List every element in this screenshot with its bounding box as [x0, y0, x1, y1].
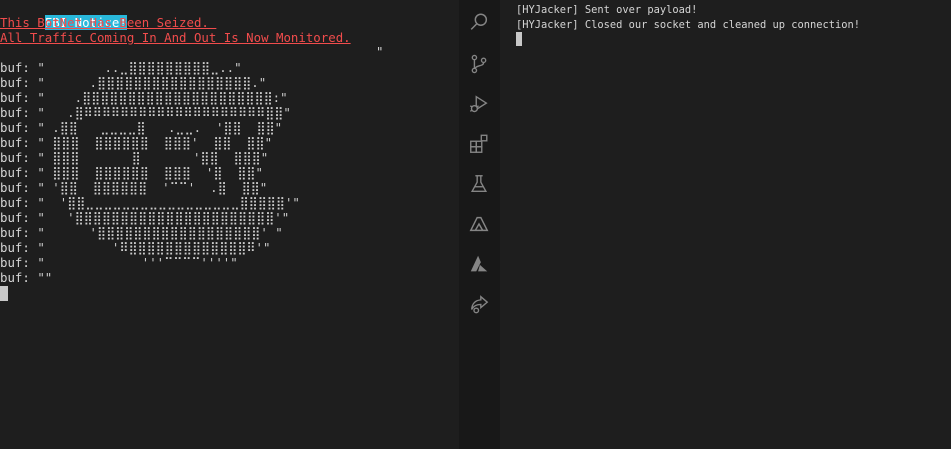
buf-prefix: buf:: [0, 60, 38, 75]
buf-prefix: buf:: [0, 75, 38, 90]
buf-line: buf: " ..⣀⣿⣿⣿⣿⣿⣿⣿⣿⣿⣀..": [0, 60, 242, 75]
buf-line: buf: " ⣿⣿⣿ ⣿⣿⣿⣿⣿⣿ ⣿⣿⣿ '⣿ ⣿⣿": [0, 165, 263, 180]
buf-art: " .⣿⠿⠿⠿⠿⠿⠿⠿⠿⠿⠿⠿⠿⠿⠿⠿⠿⠿⠿⠿⠿⣿⣿": [37, 105, 291, 120]
buf-line: buf: " '⣿⣿ ⣿⣿⣿⣿⣿⣿ '⠉⠉' .⣿ ⣿⣿": [0, 180, 267, 195]
buf-prefix: buf:: [0, 165, 38, 180]
buf-prefix: buf:: [0, 240, 38, 255]
buf-line: buf: " '⠿⣿⣿⣿⣿⣿⣿⣿⣿⣿⣿⣿⣿⣿⠿'": [0, 240, 270, 255]
buf-prefix: buf:: [0, 225, 38, 240]
vscode-window: FBI Notice! This BotNet Has Been Seized.…: [0, 0, 951, 449]
source-control-icon[interactable]: [468, 53, 490, 75]
run-debug-icon[interactable]: [468, 93, 490, 115]
buf-art: " '⣿⣿ ⣿⣿⣿⣿⣿⣿ '⠉⠉' .⣿ ⣿⣿": [37, 180, 268, 195]
monitored-alert-line: All Traffic Coming In And Out Is Now Mon…: [0, 30, 351, 45]
buf-art: " '⣿⣿⣿⣿⣿⣿⣿⣿⣿⣿⣿⣿⣿⣿⣿⣿⣿⣿' ": [37, 225, 283, 240]
buf-prefix: buf:: [0, 90, 38, 105]
buf-art: "": [37, 270, 53, 285]
left-terminal-panel[interactable]: FBI Notice! This BotNet Has Been Seized.…: [0, 0, 459, 449]
buf-prefix: buf:: [0, 270, 38, 285]
buf-line: buf: " '⣿⣿⣀⣀⣀⣀⣀⣀⣀⣀⣀⣀⣀⣀⣀⣀⣀⣀⣀⣿⣿⣿⣿⣿'": [0, 195, 300, 210]
buf-prefix: buf:: [0, 195, 38, 210]
azure-a-icon[interactable]: [468, 253, 490, 275]
buf-line: buf: " .⣿⣿⣿⣿⣿⣿⣿⣿⣿⣿⣿⣿⣿⣿⣿⣿⣿.": [0, 75, 266, 90]
seized-alert-line: This BotNet Has Been Seized.: [0, 15, 217, 30]
buf-prefix: buf:: [0, 255, 38, 270]
right-terminal-panel[interactable]: [HYJacker] Sent over payload! [HYJacker]…: [500, 0, 951, 449]
buf-art: " '⣿⣿⣀⣀⣀⣀⣀⣀⣀⣀⣀⣀⣀⣀⣀⣀⣀⣀⣀⣿⣿⣿⣿⣿'": [37, 195, 300, 210]
buf-art: " ..⣀⣿⣿⣿⣿⣿⣿⣿⣿⣿⣀..": [37, 60, 242, 75]
buf-prefix: buf:: [0, 210, 38, 225]
terminal-cursor: [0, 286, 8, 301]
buf-art: " .⣿⣿⣿⣿⣿⣿⣿⣿⣿⣿⣿⣿⣿⣿⣿⣿⣿.": [37, 75, 267, 90]
live-share-icon[interactable]: [468, 293, 490, 315]
buf-prefix: buf:: [0, 135, 38, 150]
buf-line: buf: " '⣿⣿⣿⣿⣿⣿⣿⣿⣿⣿⣿⣿⣿⣿⣿⣿⣿⣿' ": [0, 225, 283, 240]
buf-art: " ⣿⣿⣿ ⣿⣿⣿⣿⣿⣿ ⣿⣿⣿' ⣿⣿ ⣿⣿": [37, 135, 273, 150]
buf-line: buf: " ⣿⣿⣿ ⣿⣿⣿⣿⣿⣿ ⣿⣿⣿' ⣿⣿ ⣿⣿": [0, 135, 272, 150]
buf-art: " '⣿⣿⣿⣿⣿⣿⣿⣿⣿⣿⣿⣿⣿⣿⣿⣿⣿⣿⣿⣿⣿⣿'": [37, 210, 290, 225]
buf-art: " ⣿⣿⣿ ⣿ '⣿⣿ ⣿⣿⣿": [37, 150, 269, 165]
buf-line: buf: " '⣿⣿⣿⣿⣿⣿⣿⣿⣿⣿⣿⣿⣿⣿⣿⣿⣿⣿⣿⣿⣿⣿'": [0, 210, 289, 225]
buf-line: buf: " .⣿⣿ ⣀⣀⣀⣀⣿ .⣀⣀. '⣿⣿ ⣿⣿": [0, 120, 282, 135]
activity-bar: [459, 0, 500, 449]
azure-icon[interactable]: [468, 213, 490, 235]
buf-prefix: buf:: [0, 150, 38, 165]
buf-line: buf: "": [0, 270, 52, 285]
terminal-line-closed: [HYJacker] Closed our socket and cleaned…: [516, 19, 861, 31]
buf-art: " ⣿⣿⣿ ⣿⣿⣿⣿⣿⣿ ⣿⣿⣿ '⣿ ⣿⣿": [37, 165, 263, 180]
terminal-line-payload: [HYJacker] Sent over payload!: [516, 4, 698, 16]
buf-line: buf: " ⣿⣿⣿ ⣿ '⣿⣿ ⣿⣿⣿": [0, 150, 268, 165]
extensions-icon[interactable]: [468, 133, 490, 155]
search-icon[interactable]: [468, 11, 490, 33]
buf-prefix: buf:: [0, 105, 38, 120]
buf-art: " '''⠉⠉⠉⠉''''": [37, 255, 238, 270]
stray-quote: ": [376, 44, 384, 59]
buf-prefix: buf:: [0, 180, 38, 195]
buf-prefix: buf:: [0, 120, 38, 135]
buf-art: " .⣿⣿⣿⣿⣿⣿⣿⣿⣿⣿⣿⣿⣿⣿⣿⣿⣿⣿⣿⣿⣿:": [37, 90, 288, 105]
buf-art: " '⠿⣿⣿⣿⣿⣿⣿⣿⣿⣿⣿⣿⣿⣿⠿'": [37, 240, 271, 255]
fbi-notice-line: FBI Notice!: [0, 0, 127, 30]
buf-line: buf: " .⣿⣿⣿⣿⣿⣿⣿⣿⣿⣿⣿⣿⣿⣿⣿⣿⣿⣿⣿⣿⣿:": [0, 90, 288, 105]
terminal-cursor: [516, 32, 522, 46]
testing-icon[interactable]: [468, 173, 490, 195]
buf-art: " .⣿⣿ ⣀⣀⣀⣀⣿ .⣀⣀. '⣿⣿ ⣿⣿": [37, 120, 283, 135]
buf-line: buf: " .⣿⠿⠿⠿⠿⠿⠿⠿⠿⠿⠿⠿⠿⠿⠿⠿⠿⠿⠿⠿⠿⣿⣿": [0, 105, 291, 120]
buf-line: buf: " '''⠉⠉⠉⠉''''": [0, 255, 238, 270]
